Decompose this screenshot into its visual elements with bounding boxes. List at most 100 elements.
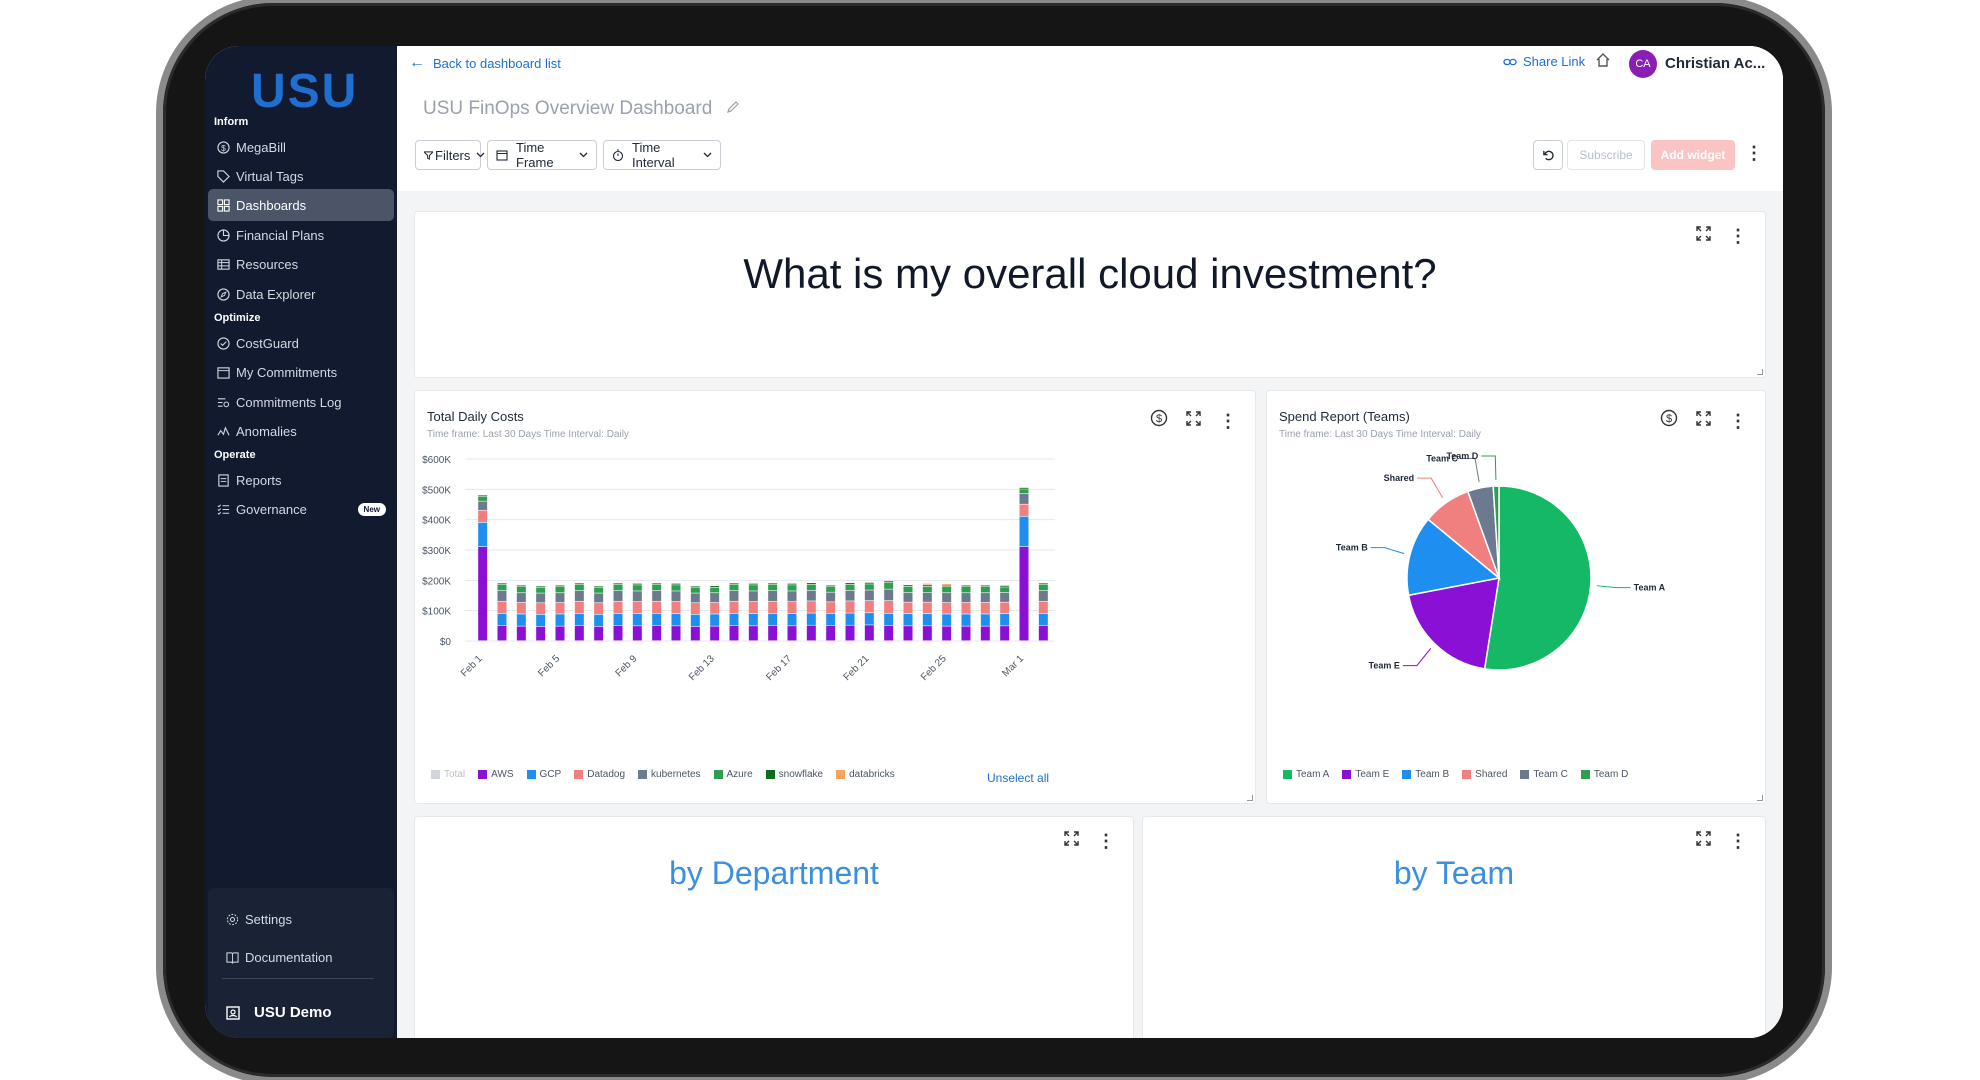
bar-segment[interactable] (826, 625, 836, 641)
bar-segment[interactable] (922, 614, 932, 626)
bar-segment[interactable] (555, 593, 565, 603)
sidebar-item-financial-plans[interactable]: Financial Plans (208, 219, 394, 251)
bar-segment[interactable] (671, 614, 681, 626)
bar-segment[interactable] (748, 591, 758, 602)
bar-segment[interactable] (613, 590, 623, 601)
bar-segment[interactable] (516, 602, 526, 614)
bar-segment[interactable] (1038, 613, 1048, 626)
more-options-icon[interactable]: ⋮ (1729, 227, 1747, 245)
bar-segment[interactable] (806, 584, 816, 591)
bar-segment[interactable] (594, 614, 604, 627)
bar-segment[interactable] (864, 613, 874, 625)
bar-segment[interactable] (710, 587, 720, 593)
legend-item[interactable]: Team E (1342, 769, 1389, 780)
bar-segment[interactable] (710, 602, 720, 614)
bar-segment[interactable] (632, 585, 642, 591)
bar-segment[interactable] (826, 592, 836, 602)
bar-segment[interactable] (555, 585, 565, 587)
bar-segment[interactable] (478, 501, 488, 510)
bar-segment[interactable] (1019, 546, 1029, 641)
bar-segment[interactable] (729, 584, 739, 591)
sidebar-item-my-commitments[interactable]: My Commitments (208, 356, 394, 388)
bar-segment[interactable] (980, 585, 990, 587)
more-options-icon[interactable]: ⋮ (1745, 144, 1763, 162)
bar-segment[interactable] (1000, 585, 1010, 587)
bar-segment[interactable] (652, 625, 662, 641)
bar-segment[interactable] (478, 510, 488, 523)
bar-segment[interactable] (787, 591, 797, 602)
edit-pencil-icon[interactable] (726, 100, 740, 118)
sidebar-item-data-explorer[interactable]: Data Explorer (208, 278, 394, 310)
bar-segment[interactable] (632, 601, 642, 614)
bar-segment[interactable] (497, 613, 507, 626)
bar-segment[interactable] (516, 626, 526, 641)
sidebar-item-anomalies[interactable]: Anomalies (208, 415, 394, 447)
bar-segment[interactable] (787, 626, 797, 641)
bar-segment[interactable] (594, 586, 604, 588)
bar-segment[interactable] (922, 583, 932, 585)
bar-segment[interactable] (555, 587, 565, 593)
bar-segment[interactable] (864, 625, 874, 641)
bar-segment[interactable] (768, 584, 778, 591)
bar-segment[interactable] (961, 602, 971, 614)
bar-segment[interactable] (516, 585, 526, 587)
bar-segment[interactable] (671, 601, 681, 614)
bar-segment[interactable] (574, 625, 584, 641)
subscribe-button[interactable]: Subscribe (1567, 140, 1645, 170)
bar-segment[interactable] (536, 603, 546, 615)
bar-segment[interactable] (729, 590, 739, 601)
bar-segment[interactable] (903, 586, 913, 593)
bar-segment[interactable] (922, 585, 932, 587)
bar-segment[interactable] (555, 614, 565, 626)
resize-handle[interactable] (1757, 369, 1763, 375)
bar-segment[interactable] (1000, 614, 1010, 626)
bar-segment[interactable] (671, 626, 681, 641)
bar-segment[interactable] (942, 602, 952, 614)
bar-segment[interactable] (690, 626, 700, 641)
bar-segment[interactable] (710, 586, 720, 588)
bar-segment[interactable] (652, 584, 662, 591)
bar-segment[interactable] (652, 601, 662, 614)
legend-item[interactable]: Datadog (574, 769, 625, 780)
bar-segment[interactable] (980, 626, 990, 641)
bar-segment[interactable] (613, 613, 623, 626)
bar-segment[interactable] (826, 602, 836, 614)
bar-segment[interactable] (942, 614, 952, 626)
bar-segment[interactable] (710, 626, 720, 641)
bar-segment[interactable] (942, 593, 952, 603)
bar-segment[interactable] (1038, 583, 1048, 585)
bar-segment[interactable] (748, 614, 758, 626)
user-name[interactable]: Christian Ac... (1665, 55, 1765, 72)
add-widget-button[interactable]: Add widget (1651, 140, 1735, 170)
unselect-all-link[interactable]: Unselect all (987, 771, 1049, 785)
expand-icon[interactable] (1696, 831, 1711, 851)
expand-icon[interactable] (1064, 831, 1079, 851)
bar-segment[interactable] (536, 626, 546, 641)
bar-segment[interactable] (729, 625, 739, 641)
sidebar-item-dashboards[interactable]: Dashboards (208, 189, 394, 221)
bar-segment[interactable] (478, 522, 488, 547)
bar-segment[interactable] (478, 546, 488, 641)
bar-segment[interactable] (652, 583, 662, 585)
bar-segment[interactable] (690, 586, 700, 588)
bar-segment[interactable] (536, 593, 546, 603)
bar-segment[interactable] (1038, 625, 1048, 641)
currency-icon[interactable]: $ (1660, 409, 1678, 432)
bar-segment[interactable] (806, 601, 816, 613)
bar-segment[interactable] (652, 590, 662, 601)
bar-segment[interactable] (478, 496, 488, 501)
more-options-icon[interactable]: ⋮ (1729, 412, 1747, 430)
bar-segment[interactable] (1038, 584, 1048, 591)
bar-segment[interactable] (594, 593, 604, 603)
bar-segment[interactable] (1000, 626, 1010, 641)
bar-segment[interactable] (729, 601, 739, 614)
bar-segment[interactable] (942, 583, 952, 585)
bar-segment[interactable] (748, 626, 758, 641)
bar-segment[interactable] (594, 626, 604, 641)
legend-item[interactable]: Total (431, 769, 465, 780)
bar-segment[interactable] (787, 585, 797, 591)
bar-segment[interactable] (555, 626, 565, 641)
bar-segment[interactable] (768, 601, 778, 614)
usu-logo[interactable]: USU (251, 64, 358, 119)
settings-link[interactable]: Settings (226, 912, 292, 927)
